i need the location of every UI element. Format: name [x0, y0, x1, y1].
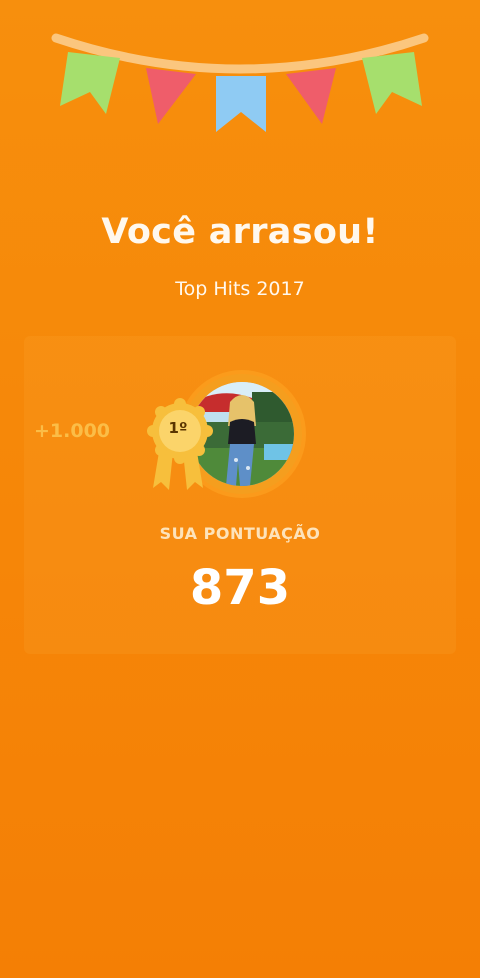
- rank-medal-icon: [147, 398, 213, 490]
- bonus-points: +1.000: [34, 420, 111, 442]
- party-bunting-icon: [51, 33, 429, 132]
- score-label: SUA PONTUAÇÃO: [159, 524, 321, 543]
- playlist-name: Top Hits 2017: [175, 278, 305, 300]
- score-value: 873: [189, 560, 291, 616]
- result-headline: Você arrasou!: [101, 212, 379, 252]
- rank-label: 1º: [168, 419, 188, 437]
